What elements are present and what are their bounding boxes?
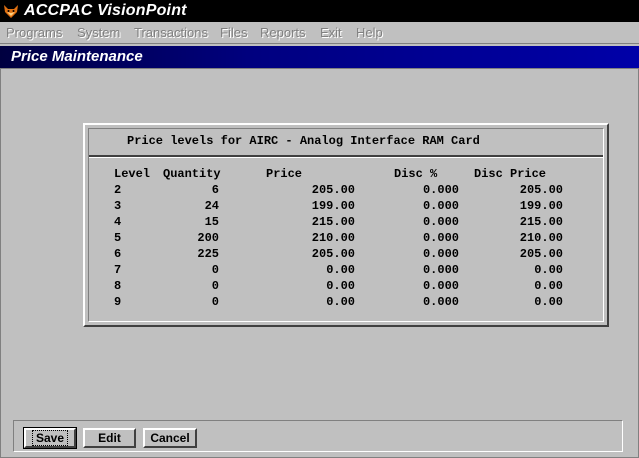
disc-pct-cell: 0.000 — [422, 295, 459, 309]
level-cell: 9 — [114, 295, 122, 309]
price-cell: 205.00 — [311, 183, 355, 197]
quantity-cell: 6 — [211, 183, 219, 197]
disc-price-cell: 210.00 — [519, 231, 563, 245]
level-cell: 2 — [114, 183, 122, 197]
disc-pct-cell: 0.000 — [422, 199, 459, 213]
price-cell: 0.00 — [326, 295, 355, 309]
app-titlebar: ACCPAC VisionPoint — [0, 0, 639, 22]
app-title: ACCPAC VisionPoint — [24, 2, 187, 19]
level-cell: 8 — [114, 279, 122, 293]
level-cell: 5 — [114, 231, 122, 245]
price-cell: 205.00 — [311, 247, 355, 261]
disc-pct-cell: 0.000 — [422, 183, 459, 197]
level-cell: 7 — [114, 263, 122, 277]
price-cell: 0.00 — [326, 279, 355, 293]
quantity-cell: 24 — [204, 199, 219, 213]
column-header-price: Price — [266, 167, 303, 181]
quantity-cell: 15 — [204, 215, 219, 229]
form-titlebar: Price Maintenance — [0, 46, 639, 68]
quantity-cell: 225 — [197, 247, 219, 261]
save-button[interactable]: Save — [23, 427, 77, 449]
disc-price-cell: 199.00 — [519, 199, 563, 213]
menu-help[interactable]: Help — [356, 25, 383, 40]
level-cell: 3 — [114, 199, 122, 213]
save-button-label: Save — [31, 430, 69, 446]
price-cell: 210.00 — [311, 231, 355, 245]
level-cell: 4 — [114, 215, 122, 229]
disc-pct-cell: 0.000 — [422, 279, 459, 293]
menu-files[interactable]: Files — [220, 25, 247, 40]
heading-divider — [89, 155, 603, 158]
menu-reports[interactable]: Reports — [260, 25, 306, 40]
price-cell: 0.00 — [326, 263, 355, 277]
disc-price-cell: 205.00 — [519, 247, 563, 261]
disc-pct-cell: 0.000 — [422, 215, 459, 229]
disc-pct-cell: 0.000 — [422, 247, 459, 261]
disc-pct-cell: 0.000 — [422, 263, 459, 277]
panel-heading: Price levels for AIRC - Analog Interface… — [127, 134, 480, 148]
disc-price-cell: 205.00 — [519, 183, 563, 197]
disc-pct-cell: 0.000 — [422, 231, 459, 245]
menu-exit[interactable]: Exit — [320, 25, 342, 40]
disc-price-cell: 215.00 — [519, 215, 563, 229]
quantity-cell: 0 — [211, 295, 219, 309]
menu-transactions[interactable]: Transactions — [134, 25, 208, 40]
column-header-quantity: Quantity — [163, 167, 221, 181]
column-header-level: Level — [114, 167, 151, 181]
quantity-cell: 0 — [211, 263, 219, 277]
quantity-cell: 200 — [197, 231, 219, 245]
edit-button[interactable]: Edit — [83, 428, 136, 448]
fox-logo-icon — [4, 5, 18, 18]
disc-price-cell: 0.00 — [534, 279, 563, 293]
quantity-cell: 0 — [211, 279, 219, 293]
disc-price-cell: 0.00 — [534, 295, 563, 309]
column-header-disc-pct: Disc % — [394, 167, 438, 181]
column-header-disc-price: Disc Price — [474, 167, 547, 181]
menu-bar: Programs System Transactions Files Repor… — [0, 22, 639, 44]
form-title: Price Maintenance — [11, 48, 143, 65]
level-cell: 6 — [114, 247, 122, 261]
menu-system[interactable]: System — [77, 25, 120, 40]
cancel-button[interactable]: Cancel — [143, 428, 197, 448]
price-cell: 199.00 — [311, 199, 355, 213]
disc-price-cell: 0.00 — [534, 263, 563, 277]
menu-programs[interactable]: Programs — [6, 25, 62, 40]
price-cell: 215.00 — [311, 215, 355, 229]
